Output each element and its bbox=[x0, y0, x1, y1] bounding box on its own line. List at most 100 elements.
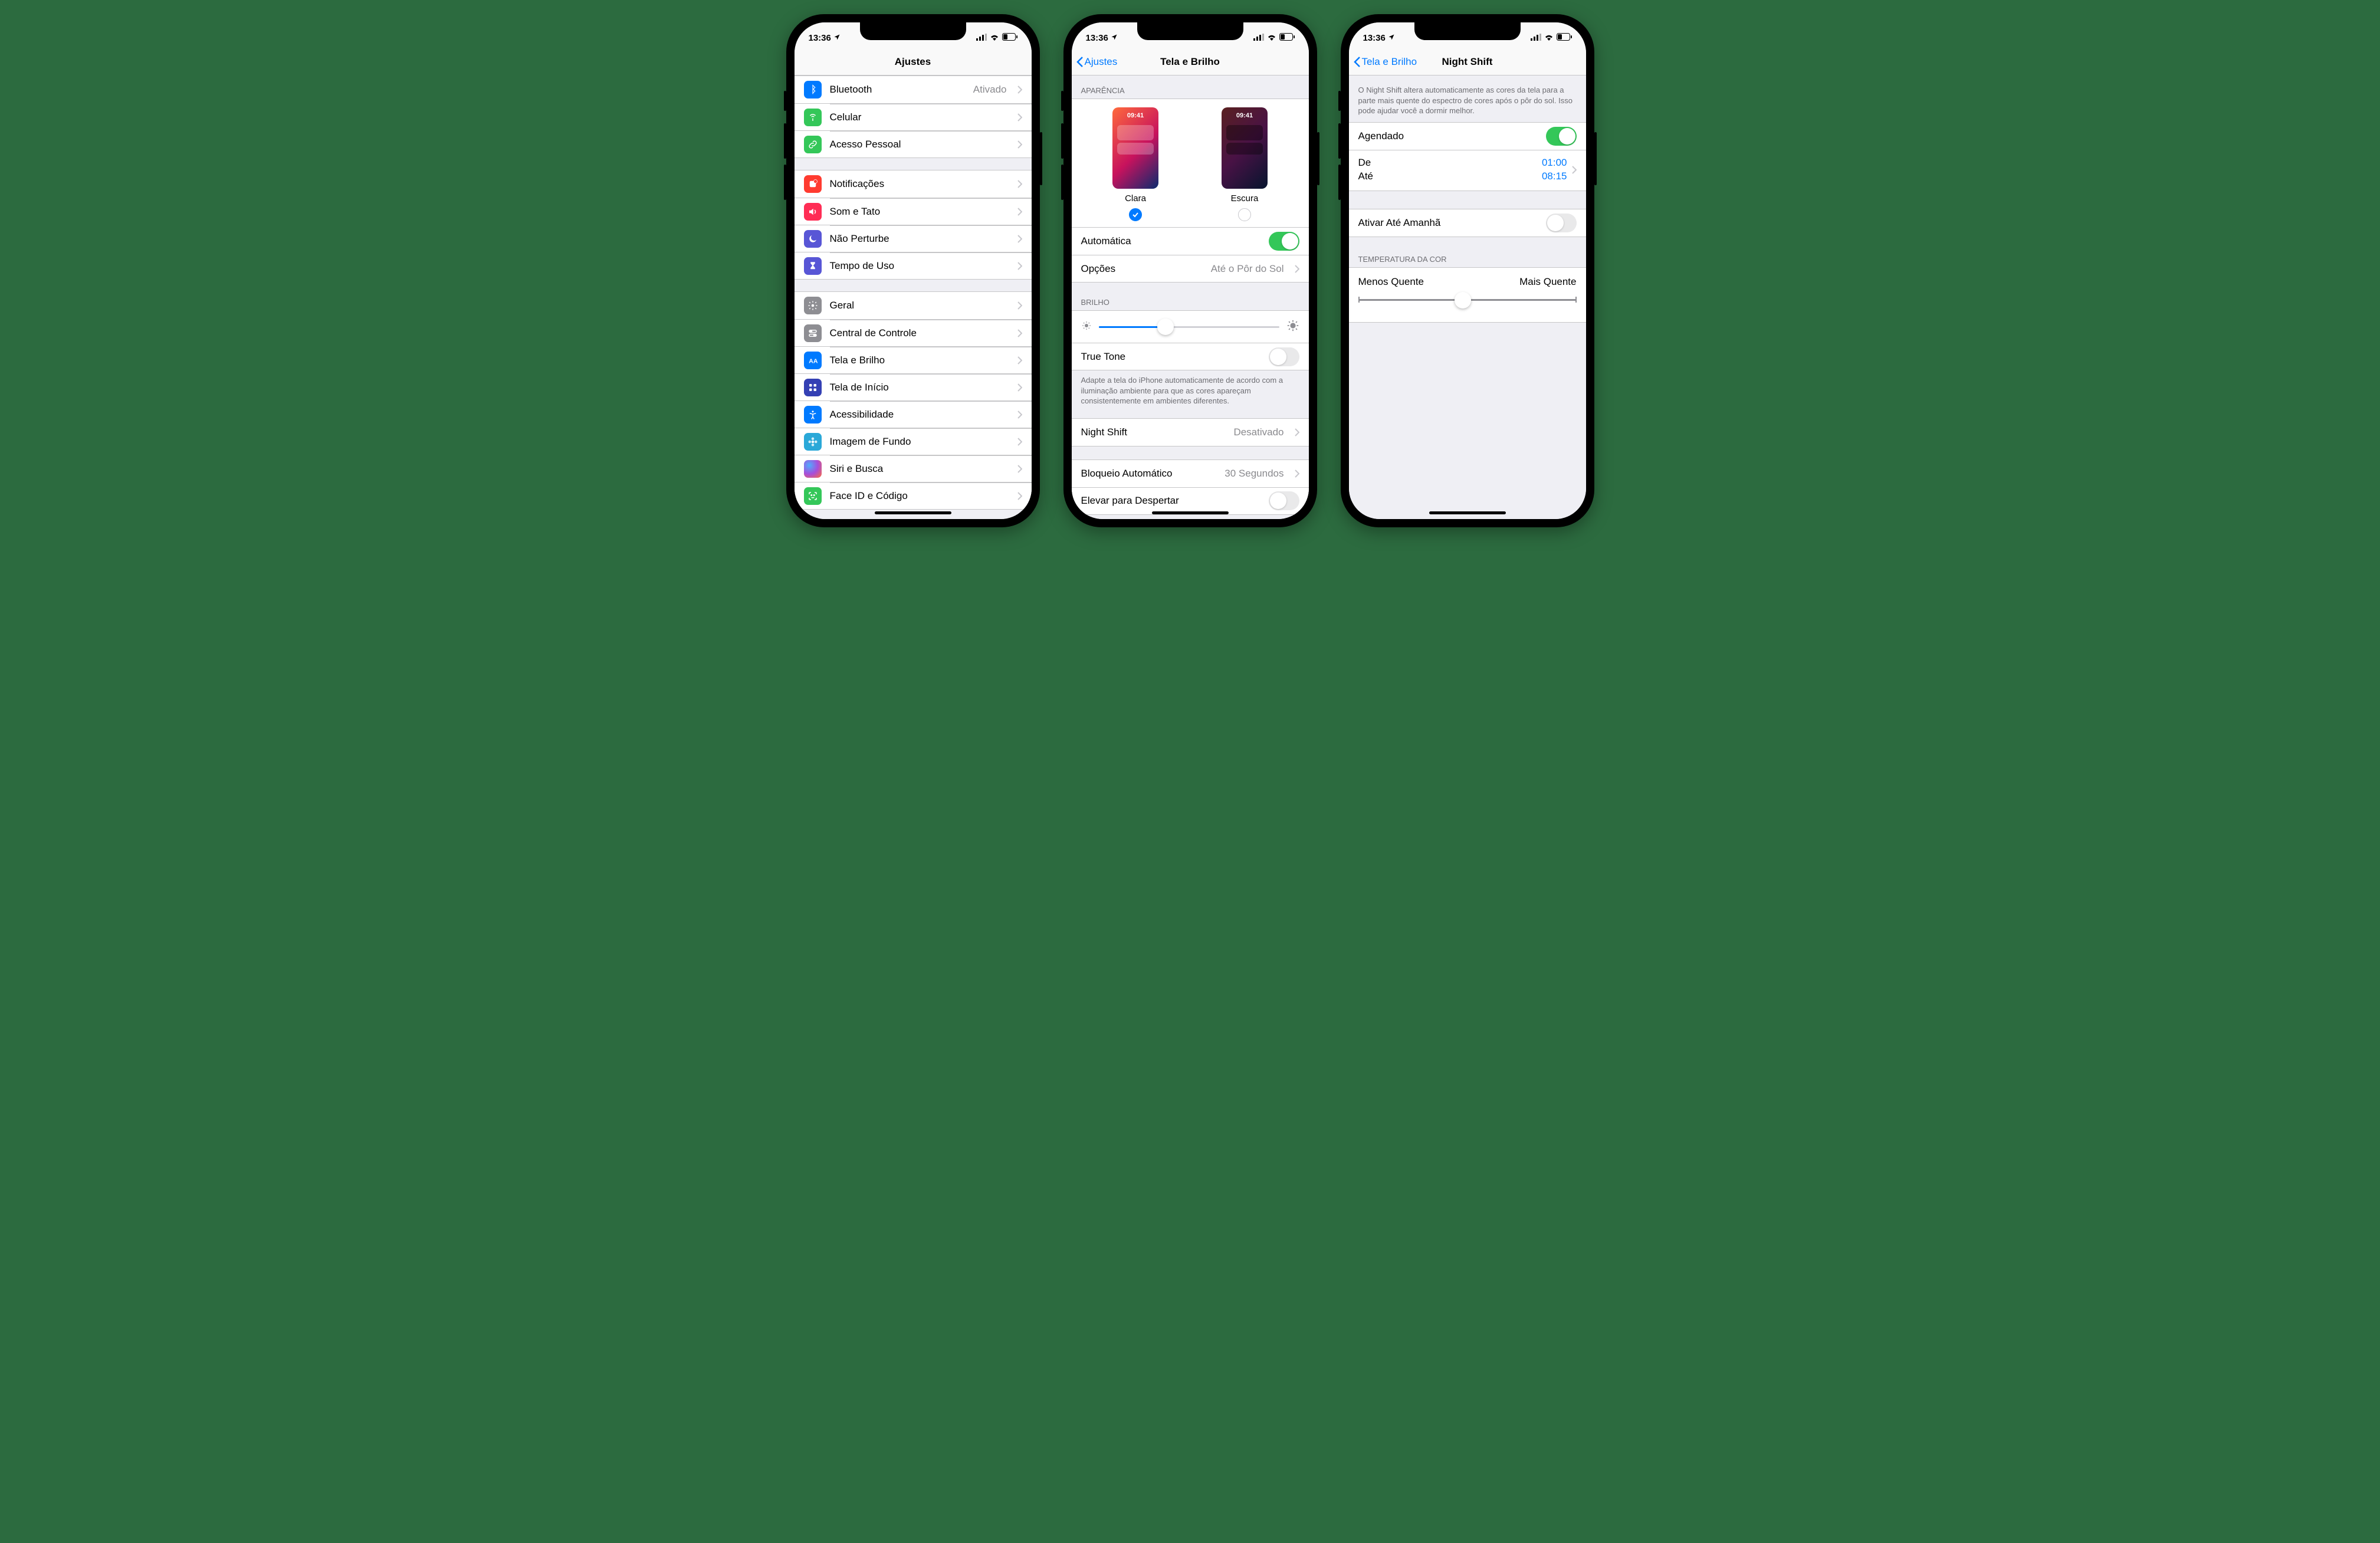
nav-back-button[interactable]: Tela e Brilho bbox=[1354, 48, 1417, 75]
settings-row-display[interactable]: AA Tela e Brilho bbox=[795, 346, 1032, 373]
appearance-label: Clara bbox=[1112, 193, 1158, 203]
appearance-picker: 09:41 Clara 09:41 Escura bbox=[1072, 99, 1309, 227]
settings-row-general[interactable]: Geral bbox=[795, 292, 1032, 319]
home-indicator[interactable] bbox=[875, 511, 951, 514]
temperature-labels: Menos Quente Mais Quente bbox=[1349, 267, 1586, 288]
to-label: Até bbox=[1358, 170, 1374, 183]
row-detail: Ativado bbox=[973, 84, 1007, 96]
power-button bbox=[1594, 132, 1597, 185]
nav-bar: Tela e Brilho Night Shift bbox=[1349, 48, 1586, 75]
appearance-label: Escura bbox=[1222, 193, 1268, 203]
chevron-right-icon bbox=[1017, 356, 1022, 365]
chevron-right-icon bbox=[1017, 180, 1022, 188]
appearance-option-light[interactable]: 09:41 Clara bbox=[1112, 107, 1158, 221]
row-label: Geral bbox=[830, 300, 855, 311]
switches-icon bbox=[804, 324, 822, 342]
phone-mockup-nightshift: 13:36 Tela e Brilho Night Shift O Night … bbox=[1341, 14, 1594, 527]
settings-row-home[interactable]: Tela de Início bbox=[795, 373, 1032, 400]
notch bbox=[1414, 22, 1521, 40]
settings-row-wallpaper[interactable]: Imagem de Fundo bbox=[795, 428, 1032, 455]
speaker-icon bbox=[804, 203, 822, 221]
nav-back-label: Ajustes bbox=[1085, 56, 1118, 68]
brightness-header: Brilho bbox=[1072, 294, 1309, 310]
scheduled-toggle[interactable] bbox=[1546, 127, 1577, 146]
temperature-slider[interactable] bbox=[1358, 291, 1577, 309]
chevron-right-icon bbox=[1295, 265, 1299, 273]
truetone-toggle[interactable] bbox=[1269, 347, 1299, 366]
row-label: Tempo de Uso bbox=[830, 260, 895, 272]
nightshift-row[interactable]: Night Shift Desativado bbox=[1072, 419, 1309, 446]
truetone-footer: Adapte a tela do iPhone automaticamente … bbox=[1072, 370, 1309, 409]
automatic-toggle[interactable] bbox=[1269, 232, 1299, 251]
row-label: Opções bbox=[1081, 263, 1116, 275]
temperature-header: Temperatura da Cor bbox=[1349, 251, 1586, 267]
display-scroll[interactable]: Aparência 09:41 Clara 09:41 Escura Autom… bbox=[1072, 75, 1309, 519]
home-indicator[interactable] bbox=[1152, 511, 1229, 514]
chevron-left-icon bbox=[1076, 56, 1084, 68]
settings-row-screen-time[interactable]: Tempo de Uso bbox=[795, 252, 1032, 279]
nav-title: Night Shift bbox=[1442, 56, 1493, 68]
power-button bbox=[1040, 132, 1042, 185]
location-icon bbox=[833, 33, 841, 43]
location-icon bbox=[1111, 33, 1118, 43]
grid-icon bbox=[804, 379, 822, 396]
nightshift-scroll[interactable]: O Night Shift altera automaticamente as … bbox=[1349, 75, 1586, 519]
raise-toggle[interactable] bbox=[1269, 491, 1299, 510]
battery-icon bbox=[1557, 33, 1572, 43]
status-time: 13:36 bbox=[1363, 33, 1386, 43]
schedule-time-row[interactable]: De Até 01:00 08:15 bbox=[1349, 150, 1586, 191]
volume-switch bbox=[1061, 91, 1063, 111]
row-label: Som e Tato bbox=[830, 206, 881, 218]
home-indicator[interactable] bbox=[1429, 511, 1506, 514]
chevron-right-icon bbox=[1017, 208, 1022, 216]
automatic-row: Automática bbox=[1072, 228, 1309, 255]
options-row[interactable]: Opções Até o Pôr do Sol bbox=[1072, 255, 1309, 282]
phone-mockup-display: 13:36 Ajustes Tela e Brilho Aparência 09… bbox=[1063, 14, 1317, 527]
row-label: Tela de Início bbox=[830, 382, 889, 393]
nav-back-button[interactable]: Ajustes bbox=[1076, 48, 1118, 75]
row-detail: Até o Pôr do Sol bbox=[1211, 263, 1284, 275]
settings-row-siri[interactable]: Siri e Busca bbox=[795, 455, 1032, 482]
chevron-right-icon bbox=[1017, 329, 1022, 337]
settings-row-control-center[interactable]: Central de Controle bbox=[795, 319, 1032, 346]
autolock-row[interactable]: Bloqueio Automático 30 Segundos bbox=[1072, 460, 1309, 487]
row-label: Ativar Até Amanhã bbox=[1358, 217, 1441, 229]
to-time: 08:15 bbox=[1542, 170, 1567, 183]
settings-row-cellular[interactable]: Celular bbox=[795, 103, 1032, 130]
settings-row-hotspot[interactable]: Acesso Pessoal bbox=[795, 130, 1032, 157]
volume-switch bbox=[784, 91, 786, 111]
row-label: Night Shift bbox=[1081, 426, 1127, 438]
temp-less-label: Menos Quente bbox=[1358, 276, 1424, 288]
settings-row-dnd[interactable]: Não Perturbe bbox=[795, 225, 1032, 252]
chevron-right-icon bbox=[1017, 235, 1022, 243]
chevron-right-icon bbox=[1017, 438, 1022, 446]
thumb-time: 09:41 bbox=[1222, 112, 1268, 119]
volume-up bbox=[784, 123, 786, 159]
chevron-right-icon bbox=[1017, 411, 1022, 419]
power-button bbox=[1317, 132, 1319, 185]
brightness-slider[interactable] bbox=[1099, 318, 1279, 336]
radio-checked-icon[interactable] bbox=[1129, 208, 1142, 221]
settings-row-accessibility[interactable]: Acessibilidade bbox=[795, 400, 1032, 428]
chevron-right-icon bbox=[1017, 383, 1022, 392]
settings-row-faceid[interactable]: Face ID e Código bbox=[795, 482, 1032, 509]
manual-toggle[interactable] bbox=[1546, 214, 1577, 232]
volume-down bbox=[784, 165, 786, 200]
volume-down bbox=[1338, 165, 1341, 200]
faceid-icon bbox=[804, 487, 822, 505]
svg-text:AA: AA bbox=[809, 357, 818, 365]
hourglass-icon bbox=[804, 257, 822, 275]
appearance-option-dark[interactable]: 09:41 Escura bbox=[1222, 107, 1268, 221]
scheduled-row: Agendado bbox=[1349, 123, 1586, 150]
row-label: Siri e Busca bbox=[830, 463, 884, 475]
truetone-row: True Tone bbox=[1072, 343, 1309, 370]
settings-scroll[interactable]: Bluetooth Ativado Celular Acesso Pessoal bbox=[795, 75, 1032, 519]
row-label: Face ID e Código bbox=[830, 490, 908, 502]
wifi-icon bbox=[990, 33, 999, 43]
radio-unchecked-icon[interactable] bbox=[1238, 208, 1251, 221]
settings-row-sounds[interactable]: Som e Tato bbox=[795, 198, 1032, 225]
settings-row-bluetooth[interactable]: Bluetooth Ativado bbox=[795, 76, 1032, 103]
settings-row-notifications[interactable]: Notificações bbox=[795, 170, 1032, 198]
schedule-labels: De Até bbox=[1358, 156, 1374, 183]
nav-bar: Ajustes Tela e Brilho bbox=[1072, 48, 1309, 75]
